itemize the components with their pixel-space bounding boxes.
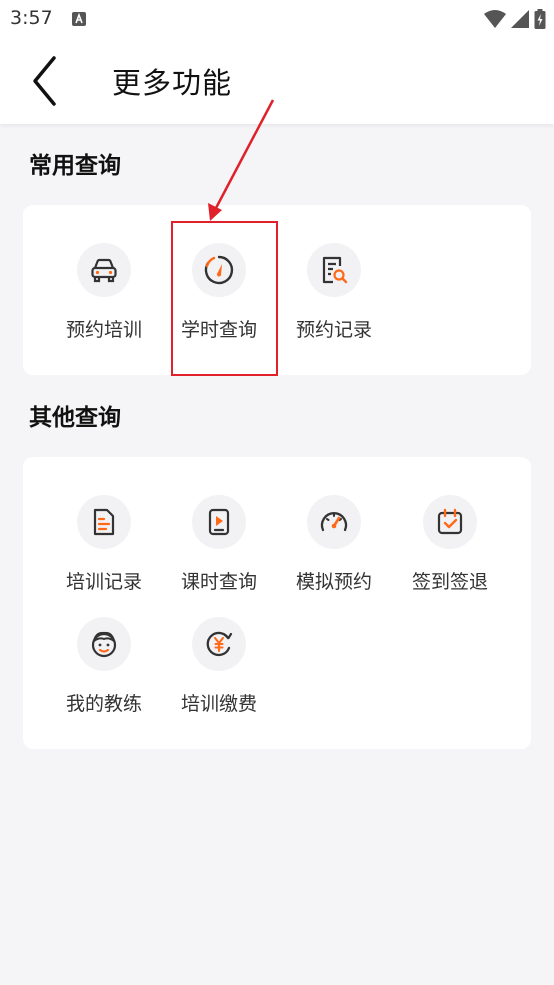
page-title: 更多功能 <box>112 66 233 100</box>
document-icon <box>93 508 115 536</box>
icon-circle <box>307 495 361 549</box>
document-search-icon <box>322 256 348 284</box>
status-icons <box>484 9 546 29</box>
item-check-in-out[interactable]: 签到签退 <box>392 495 508 607</box>
item-booking-records[interactable]: 预约记录 <box>276 243 392 355</box>
gauge-icon <box>320 512 348 532</box>
section-title-other: 其他查询 <box>29 405 121 431</box>
item-label: 培训记录 <box>65 571 142 593</box>
item-mock-booking[interactable]: 模拟预约 <box>276 495 392 607</box>
icon-circle <box>307 243 361 297</box>
icon-circle <box>77 617 131 671</box>
item-label: 预约记录 <box>295 319 372 341</box>
car-icon <box>91 258 117 283</box>
chevron-left-icon <box>33 56 56 106</box>
item-label: 签到签退 <box>411 571 488 593</box>
item-class-hours-query[interactable]: 课时查询 <box>161 495 277 607</box>
app-bar: 更多功能 <box>0 38 554 124</box>
play-tablet-icon <box>208 508 230 536</box>
item-label: 培训缴费 <box>180 693 257 715</box>
icon-circle <box>192 495 246 549</box>
item-label: 课时查询 <box>180 571 257 593</box>
item-label: 预约培训 <box>65 319 142 341</box>
wifi-icon <box>484 10 506 28</box>
battery-icon <box>534 9 546 29</box>
item-book-training[interactable]: 预约培训 <box>46 243 162 355</box>
status-time: 3:57 <box>10 7 53 29</box>
icon-circle <box>423 495 477 549</box>
back-button[interactable] <box>22 52 66 110</box>
section-title-common: 常用查询 <box>29 153 121 179</box>
other-query-card: 培训记录 课时查询 模拟预约 签到签退 我的教练 培训缴费 <box>23 457 531 749</box>
icon-circle <box>77 243 131 297</box>
yuan-payment-icon <box>206 631 233 657</box>
a-notification-icon <box>72 12 86 26</box>
item-training-payment[interactable]: 培训缴费 <box>161 617 277 729</box>
item-training-records[interactable]: 培训记录 <box>46 495 162 607</box>
signal-icon <box>511 10 529 28</box>
item-label: 模拟预约 <box>295 571 372 593</box>
item-my-coach[interactable]: 我的教练 <box>46 617 162 729</box>
status-bar: 3:57 <box>0 0 554 38</box>
calendar-check-icon <box>437 508 463 535</box>
highlight-box <box>171 221 278 376</box>
icon-circle <box>77 495 131 549</box>
face-icon <box>91 631 117 658</box>
item-label: 我的教练 <box>65 693 142 715</box>
icon-circle <box>192 617 246 671</box>
